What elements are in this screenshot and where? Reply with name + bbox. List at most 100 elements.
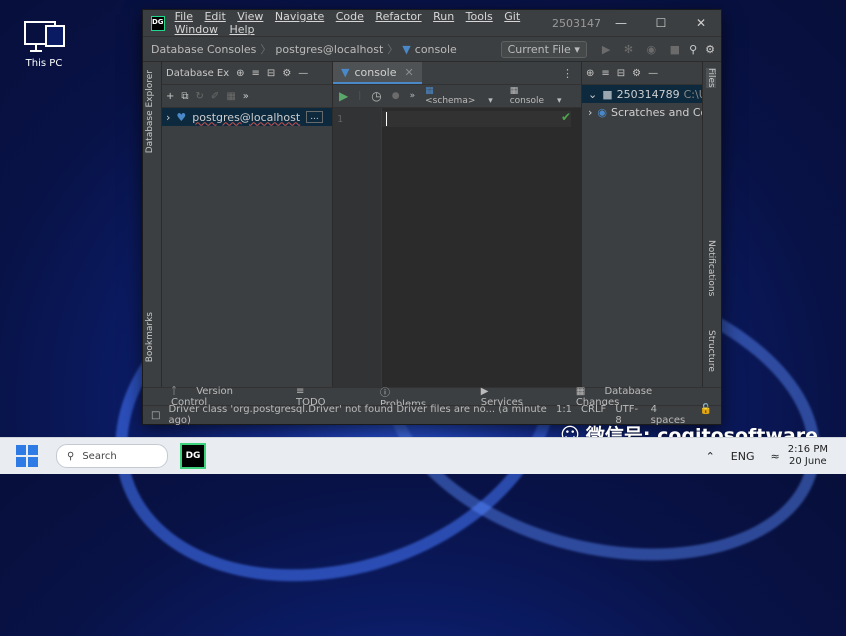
line-number: 1 bbox=[337, 114, 344, 125]
files-panel-toolbar: ⊕ ≡ ⊟ ⚙ — bbox=[582, 62, 702, 85]
close-tab-icon[interactable]: ✕ bbox=[405, 66, 414, 79]
breadcrumb-console[interactable]: console bbox=[415, 43, 457, 56]
root-folder-label: 250314789 bbox=[616, 87, 680, 101]
add-icon[interactable]: + bbox=[166, 91, 174, 102]
editor-area: ▼ console ✕ ⋮ ▶ | ◷ ● » ▦ <schema> ▾ ▦ c… bbox=[333, 62, 582, 388]
datagrip-taskbar-icon[interactable]: DG bbox=[180, 443, 206, 469]
database-changes-icon: ▦ bbox=[575, 386, 586, 397]
minimize-button[interactable]: — bbox=[601, 16, 641, 30]
schema-label: <schema> bbox=[425, 96, 476, 106]
text-caret bbox=[386, 112, 387, 126]
root-folder-path: C:\User bbox=[683, 87, 702, 101]
more-icon[interactable]: » bbox=[410, 91, 416, 101]
table-icon[interactable]: ▦ bbox=[226, 91, 235, 102]
settings-gear-icon[interactable]: ⚙ bbox=[705, 43, 715, 56]
search-icon[interactable]: ⚲ bbox=[689, 43, 697, 56]
chevron-right-icon[interactable]: › bbox=[588, 106, 592, 119]
expand-all-icon[interactable]: ≡ bbox=[252, 68, 260, 79]
db-explorer-header: Database Ex ⊕ ≡ ⊟ ⚙ — bbox=[162, 62, 332, 85]
files-tree-root[interactable]: ⌄ ■ 250314789 C:\User bbox=[582, 85, 702, 103]
breadcrumb-postgres[interactable]: postgres@localhost bbox=[275, 43, 383, 56]
wifi-icon[interactable]: ≈ bbox=[770, 450, 779, 463]
tree-item-label: postgres@localhost bbox=[192, 110, 301, 124]
files-stripe-tab[interactable]: Files bbox=[706, 68, 716, 88]
clock[interactable]: 2:16 PM 20 June bbox=[788, 444, 828, 468]
stop-icon[interactable]: ■ bbox=[670, 43, 680, 56]
clock-time: 2:16 PM bbox=[787, 444, 828, 455]
chevron-down-icon[interactable]: ⌄ bbox=[588, 88, 597, 101]
main-menu: File Edit View Navigate Code Refactor Ru… bbox=[171, 10, 546, 36]
current-line-highlight bbox=[382, 111, 571, 127]
crosshair-icon[interactable]: ⊕ bbox=[236, 68, 244, 79]
no-problems-check-icon[interactable]: ✔ bbox=[561, 110, 571, 124]
start-button[interactable] bbox=[16, 445, 38, 467]
search-icon: ⚲ bbox=[67, 450, 75, 462]
scratches-item[interactable]: › ◉ Scratches and Con bbox=[582, 103, 702, 121]
connection-badge[interactable]: ... bbox=[306, 111, 323, 123]
close-button[interactable]: ✕ bbox=[681, 16, 721, 30]
session-icon: ▦ bbox=[509, 86, 519, 96]
notifications-stripe-tab[interactable]: Notifications bbox=[706, 240, 716, 296]
refresh-icon[interactable]: ↻ bbox=[196, 91, 204, 102]
toggle-tool-windows-icon[interactable]: □ bbox=[151, 410, 160, 421]
menu-code[interactable]: Code bbox=[336, 10, 364, 23]
collapse-all-icon[interactable]: ⊟ bbox=[617, 68, 625, 79]
hide-icon[interactable]: — bbox=[648, 68, 658, 79]
branch-icon: ᛏ bbox=[171, 386, 177, 397]
this-pc-desktop-icon[interactable]: This PC bbox=[16, 20, 72, 69]
chevron-up-icon[interactable]: ⌃ bbox=[706, 450, 715, 463]
properties-icon[interactable]: ✐ bbox=[211, 91, 219, 102]
db-explorer-toolbar: + ⧉ ↻ ✐ ▦ » bbox=[162, 85, 332, 108]
menu-edit[interactable]: Edit bbox=[204, 10, 225, 23]
ide-main-area: Database Explorer Bookmarks Database Ex … bbox=[143, 62, 721, 388]
menu-help[interactable]: Help bbox=[229, 23, 254, 36]
language-indicator[interactable]: ENG bbox=[731, 450, 755, 463]
menu-run[interactable]: Run bbox=[433, 10, 454, 23]
menu-git[interactable]: Git bbox=[504, 10, 520, 23]
bookmarks-stripe-tab[interactable]: Bookmarks bbox=[145, 312, 155, 362]
run-icon[interactable]: ▶ bbox=[602, 43, 610, 56]
tab-console[interactable]: ▼ console ✕ bbox=[333, 62, 422, 84]
schema-selector[interactable]: ▦ <schema> ▾ bbox=[425, 86, 500, 106]
copy-icon[interactable]: ⧉ bbox=[181, 91, 188, 102]
editor-tabs: ▼ console ✕ ⋮ bbox=[333, 62, 581, 85]
menu-view[interactable]: View bbox=[237, 10, 263, 23]
more-options-icon[interactable]: ⋮ bbox=[562, 67, 573, 80]
menu-window[interactable]: Window bbox=[175, 23, 218, 36]
debug-icon[interactable]: ✻ bbox=[624, 43, 633, 56]
session-selector[interactable]: ▦ console ▾ bbox=[510, 86, 571, 106]
hide-icon[interactable]: — bbox=[298, 68, 308, 79]
bookmarks-stripe-label: Bookmarks bbox=[145, 312, 155, 363]
windows-logo-tile bbox=[16, 457, 26, 467]
execute-icon[interactable]: ▶ bbox=[339, 89, 348, 103]
history-icon[interactable]: ◷ bbox=[371, 89, 381, 103]
structure-stripe-tab[interactable]: Structure bbox=[706, 330, 716, 372]
profile-icon[interactable]: ◉ bbox=[647, 43, 657, 56]
menu-file[interactable]: File bbox=[175, 10, 193, 23]
more-icon[interactable]: » bbox=[243, 91, 249, 102]
menu-refactor[interactable]: Refactor bbox=[375, 10, 421, 23]
gear-icon[interactable]: ⚙ bbox=[632, 68, 641, 79]
taskbar-search[interactable]: ⚲ Search bbox=[56, 444, 168, 468]
breadcrumb-database-consoles[interactable]: Database Consoles bbox=[151, 43, 256, 56]
gear-icon[interactable]: ⚙ bbox=[282, 68, 291, 79]
tab-label: console bbox=[354, 65, 397, 79]
run-configuration-select[interactable]: Current File ▾ bbox=[500, 40, 587, 58]
database-explorer-stripe-tab[interactable]: Database Explorer bbox=[145, 70, 155, 153]
menu-navigate[interactable]: Navigate bbox=[275, 10, 324, 23]
crosshair-icon[interactable]: ⊕ bbox=[586, 68, 594, 79]
tree-item-postgres[interactable]: › ♥ postgres@localhost ... bbox=[162, 108, 332, 126]
maximize-button[interactable]: ☐ bbox=[641, 16, 681, 30]
expand-all-icon[interactable]: ≡ bbox=[601, 68, 609, 79]
folder-icon: ■ bbox=[602, 87, 613, 101]
code-editor[interactable]: ✔ bbox=[382, 108, 581, 388]
navigation-bar: Database Consoles 〉 postgres@localhost 〉… bbox=[143, 36, 721, 62]
menu-tools[interactable]: Tools bbox=[466, 10, 493, 23]
status-message[interactable]: Driver class 'org.postgresql.Driver' not… bbox=[168, 404, 556, 426]
collapse-all-icon[interactable]: ⊟ bbox=[267, 68, 275, 79]
database-explorer-panel: Database Ex ⊕ ≡ ⊟ ⚙ — + ⧉ ↻ ✐ ▦ » › ♥ po… bbox=[162, 62, 333, 388]
chevron-right-icon[interactable]: › bbox=[166, 111, 170, 124]
scratches-label: Scratches and Con bbox=[611, 105, 702, 119]
stop-icon[interactable]: ● bbox=[392, 91, 400, 101]
desktop-icon-label: This PC bbox=[25, 58, 63, 69]
